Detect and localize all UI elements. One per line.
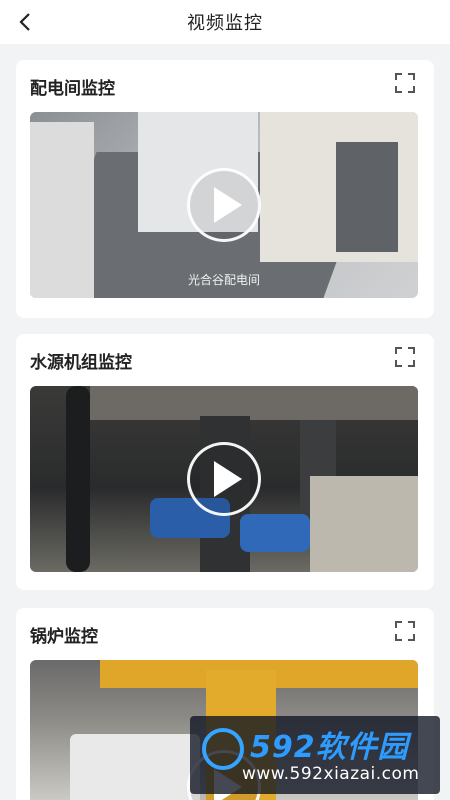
- back-button[interactable]: [12, 8, 40, 36]
- play-icon: [214, 187, 242, 223]
- watermark-url: www.592xiazai.com: [242, 764, 420, 784]
- monitor-card-water-source-unit: 水源机组监控: [16, 334, 434, 590]
- camera-caption: 光合谷配电间: [187, 273, 260, 287]
- monitor-card-distribution-room: 配电间监控 光合谷配电间: [16, 60, 434, 318]
- chevron-left-icon: [19, 13, 30, 31]
- scene-door: [336, 142, 398, 252]
- scene-pump: [240, 514, 310, 552]
- card-title: 水源机组监控: [30, 353, 132, 373]
- fullscreen-button[interactable]: [392, 618, 418, 644]
- scene-ceiling: [90, 386, 418, 420]
- play-button[interactable]: [187, 168, 261, 242]
- video-player[interactable]: 光合谷配电间: [30, 112, 418, 298]
- card-title: 锅炉监控: [30, 627, 98, 647]
- fullscreen-button[interactable]: [392, 70, 418, 96]
- play-button[interactable]: [187, 442, 261, 516]
- scene-floor: [310, 476, 418, 572]
- video-player[interactable]: [30, 386, 418, 572]
- card-title: 配电间监控: [30, 79, 115, 99]
- watermark-brand: 592软件园: [250, 730, 409, 765]
- site-watermark: 592软件园 www.592xiazai.com: [190, 716, 440, 794]
- top-bar: 视频监控: [0, 0, 450, 44]
- fullscreen-button[interactable]: [392, 344, 418, 370]
- scene-hose: [66, 386, 90, 572]
- fullscreen-icon: [395, 347, 415, 367]
- fullscreen-icon: [395, 621, 415, 641]
- play-icon: [214, 461, 242, 497]
- page-title: 视频监控: [187, 13, 263, 34]
- fullscreen-icon: [395, 73, 415, 93]
- scene-tank: [70, 734, 200, 800]
- watermark-logo-icon: [202, 728, 244, 770]
